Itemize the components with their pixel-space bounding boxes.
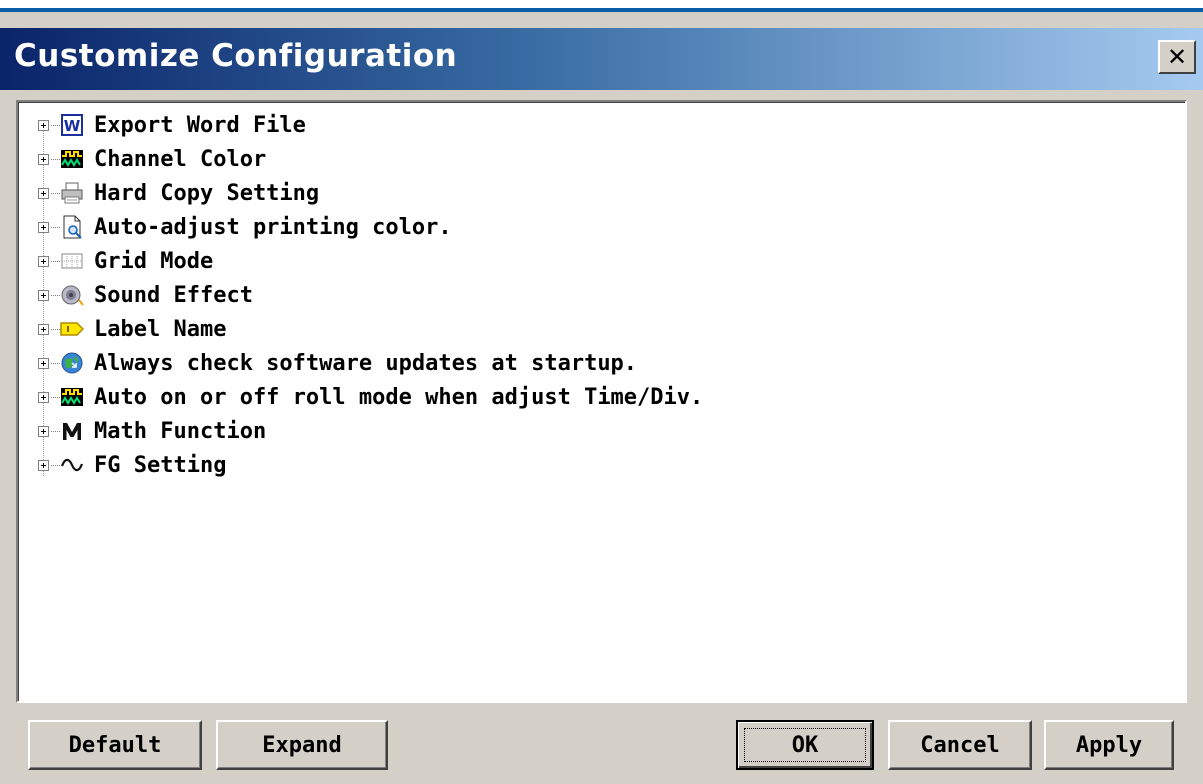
tree-item-label: Label Name (94, 317, 227, 342)
tree-item-fg-setting[interactable]: FG Setting (38, 450, 1138, 484)
top-accent-strip (0, 0, 1203, 12)
config-tree[interactable]: W Export Word File Channel Color Hard Co… (16, 100, 1187, 703)
tree-item-label: Channel Color (94, 147, 267, 172)
tree-item-hard-copy-setting[interactable]: Hard Copy Setting (38, 178, 1138, 212)
math-m-icon (63, 423, 81, 440)
expand-toggle[interactable] (38, 392, 49, 403)
expand-toggle[interactable] (38, 426, 49, 437)
expand-button[interactable]: Expand (216, 720, 388, 770)
tree-dots (51, 227, 60, 228)
tree-item-label: Sound Effect (94, 283, 253, 308)
word-document-icon: W (61, 114, 83, 136)
globe-update-icon (61, 352, 83, 374)
tree-dots (51, 159, 60, 160)
label-tag-icon (60, 322, 84, 336)
expand-toggle[interactable] (38, 120, 49, 131)
tree-item-label-name[interactable]: Label Name (38, 314, 1138, 348)
waveform-icon (61, 388, 83, 406)
tree-item-label: Always check software updates at startup… (94, 351, 638, 376)
tree-dots (51, 125, 60, 126)
grid-icon (61, 253, 83, 269)
apply-button[interactable]: Apply (1044, 720, 1174, 770)
tree-item-math-function[interactable]: Math Function (38, 416, 1138, 450)
cancel-button[interactable]: Cancel (888, 720, 1032, 770)
expand-toggle[interactable] (38, 222, 49, 233)
tree-item-auto-adjust-printing-color[interactable]: Auto-adjust printing color. (38, 212, 1138, 246)
tree-item-export-word-file[interactable]: W Export Word File (38, 110, 1138, 144)
expand-toggle[interactable] (38, 256, 49, 267)
tree-item-auto-roll-mode[interactable]: Auto on or off roll mode when adjust Tim… (38, 382, 1138, 416)
tree-dots (51, 261, 60, 262)
tree-item-label: Hard Copy Setting (94, 181, 320, 206)
tree-dots (51, 431, 60, 432)
waveform-icon (61, 150, 83, 168)
speaker-icon (61, 285, 84, 306)
tree-dots (51, 295, 60, 296)
expand-toggle[interactable] (38, 290, 49, 301)
expand-toggle[interactable] (38, 188, 49, 199)
expand-toggle[interactable] (38, 460, 49, 471)
close-button[interactable]: ✕ (1158, 40, 1196, 74)
tree-item-sound-effect[interactable]: Sound Effect (38, 280, 1138, 314)
printer-icon (61, 182, 83, 204)
tree-item-label: Auto on or off roll mode when adjust Tim… (94, 385, 704, 410)
tree-item-check-software-updates[interactable]: Always check software updates at startup… (38, 348, 1138, 382)
focus-ring (744, 728, 866, 762)
tree-item-label: FG Setting (94, 453, 227, 478)
expand-toggle[interactable] (38, 358, 49, 369)
svg-text:W: W (64, 117, 81, 135)
default-button[interactable]: Default (28, 720, 202, 770)
tree-item-channel-color[interactable]: Channel Color (38, 144, 1138, 178)
tree-dots (51, 397, 60, 398)
dialog-title: Customize Configuration (14, 38, 458, 74)
tree-dots (51, 465, 60, 466)
dialog-titlebar[interactable]: Customize Configuration ✕ (0, 28, 1203, 90)
tree-item-grid-mode[interactable]: Grid Mode (38, 246, 1138, 280)
print-preview-icon (63, 215, 82, 239)
tree-dots (51, 363, 60, 364)
sine-wave-icon (60, 458, 84, 472)
expand-toggle[interactable] (38, 324, 49, 335)
tree-item-label: Auto-adjust printing color. (94, 215, 452, 240)
expand-toggle[interactable] (38, 154, 49, 165)
tree-item-label: Math Function (94, 419, 267, 444)
tree-dots (51, 329, 60, 330)
tree-dots (51, 193, 60, 194)
tree-item-label: Export Word File (94, 113, 306, 138)
ok-button[interactable]: OK (736, 720, 874, 770)
close-icon: ✕ (1166, 43, 1188, 71)
tree-item-label: Grid Mode (94, 249, 214, 274)
